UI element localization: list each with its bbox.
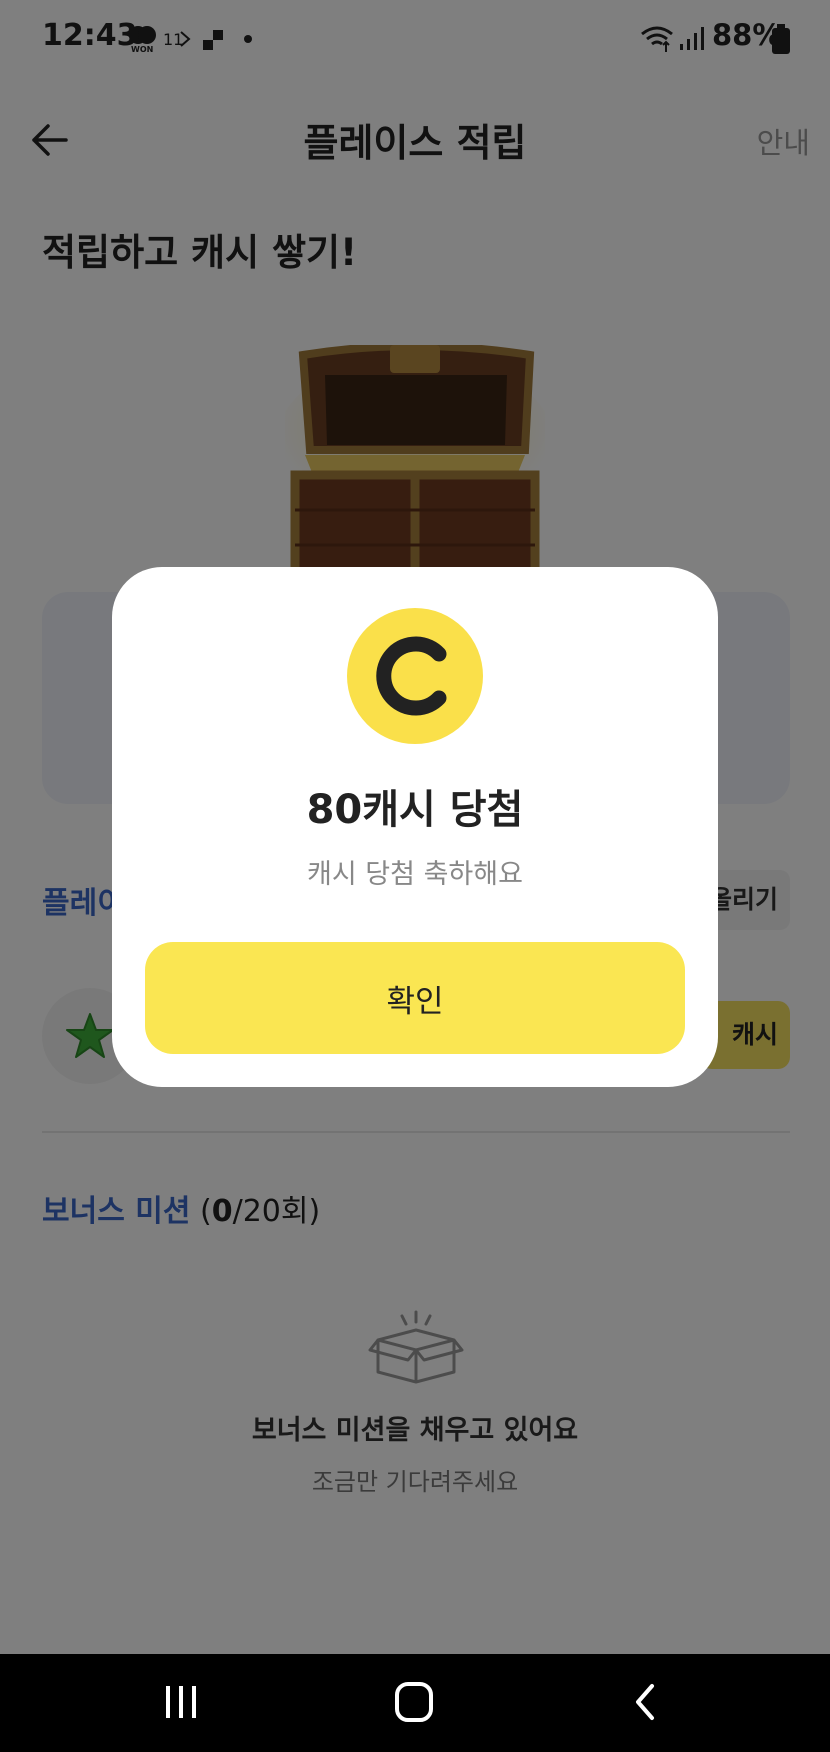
confirm-button[interactable]: 확인 (145, 942, 685, 1054)
home-icon[interactable] (393, 1680, 435, 1724)
system-nav-bar (0, 1654, 830, 1752)
recent-apps-icon[interactable] (162, 1682, 200, 1722)
prize-title: 80캐시 당첨 (306, 787, 524, 833)
prize-subtitle: 캐시 당첨 축하해요 (307, 859, 523, 890)
back-nav-icon[interactable] (630, 1680, 660, 1724)
cash-c-icon (376, 636, 447, 716)
cash-coin (347, 608, 483, 744)
reward-modal: 80캐시 당첨 캐시 당첨 축하해요 확인 (112, 567, 718, 1087)
